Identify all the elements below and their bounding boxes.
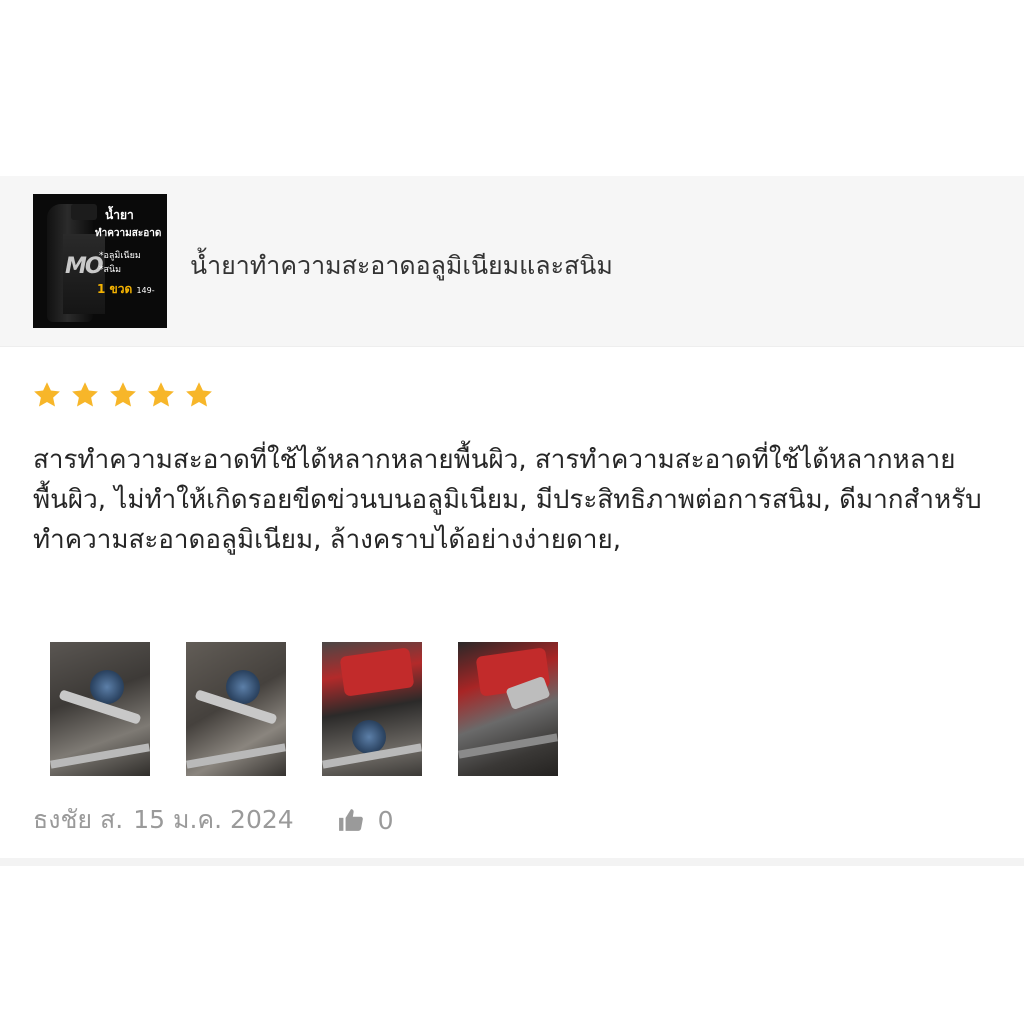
star-icon <box>110 382 136 407</box>
review-page: MO น้ำยา ทำความสะอาด *อลูมิเนียม *สนิม 1… <box>0 0 1024 1024</box>
star-icon <box>148 382 174 407</box>
review-text: สารทำความสะอาดที่ใช้ได้หลากหลายพื้นผิว, … <box>33 445 982 555</box>
star-icon <box>72 382 98 407</box>
thumbs-up-icon[interactable] <box>338 807 364 833</box>
review-photos <box>50 642 558 776</box>
thumbnail-price: 1 ขวด 149- <box>97 282 155 296</box>
thumbnail-heading: น้ำยา <box>105 208 134 222</box>
review-photo[interactable] <box>186 642 286 776</box>
review-photo[interactable] <box>458 642 558 776</box>
star-rating <box>32 380 214 410</box>
star-icon <box>186 382 212 407</box>
product-name[interactable]: น้ำยาทำความสะอาดอลูมิเนียมและสนิม <box>190 246 613 286</box>
bottle-image: MO <box>47 204 105 322</box>
thumbnail-bullet-rust: *สนิม <box>99 265 122 275</box>
product-thumbnail[interactable]: MO น้ำยา ทำความสะอาด *อลูมิเนียม *สนิม 1… <box>33 194 167 328</box>
star-icon <box>34 382 60 407</box>
like-count: 0 <box>377 805 394 835</box>
review-photo[interactable] <box>50 642 150 776</box>
review-author: ธงชัย ส. <box>33 805 124 834</box>
product-header[interactable]: MO น้ำยา ทำความสะอาด *อลูมิเนียม *สนิม 1… <box>0 176 1024 347</box>
review-date: 15 ม.ค. 2024 <box>133 805 294 834</box>
review-meta: ธงชัย ส. 15 ม.ค. 2024 0 <box>33 800 394 840</box>
review-photo[interactable] <box>322 642 422 776</box>
divider <box>0 858 1024 866</box>
thumbnail-subheading: ทำความสะอาด <box>95 228 162 239</box>
brand-logo: MO <box>65 254 104 279</box>
like-button[interactable]: 0 <box>338 806 394 835</box>
thumbnail-bullet-aluminium: *อลูมิเนียม <box>99 251 141 261</box>
